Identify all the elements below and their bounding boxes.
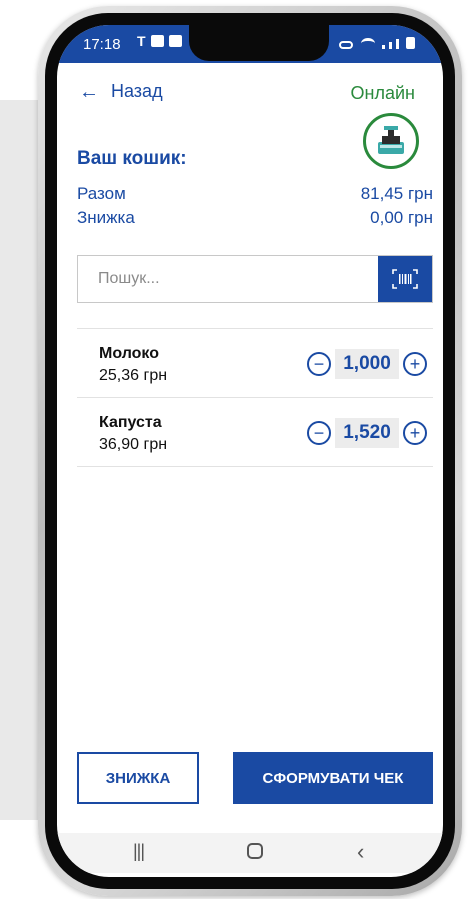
search-input[interactable] — [78, 256, 378, 302]
camera-notch — [189, 25, 329, 61]
item-price: 25,36 грн — [99, 367, 168, 384]
search-box — [77, 255, 433, 303]
system-nav-bar: ||| ‹ — [57, 833, 443, 873]
discount-label: Знижка — [77, 208, 135, 227]
arrow-left-icon: ← — [79, 80, 99, 103]
back-nav-icon[interactable]: ‹ — [357, 839, 364, 865]
online-status: Онлайн — [350, 83, 415, 103]
discount-button[interactable]: ЗНИЖКА — [77, 752, 199, 804]
signal-icon — [389, 42, 392, 49]
status-time: 17:18 — [83, 36, 121, 53]
app-screen: 17:18 T ← Назад Онлайн Ваш кошик: Разом … — [57, 25, 443, 877]
increase-button[interactable]: + — [403, 421, 427, 445]
barcode-icon — [392, 269, 418, 289]
cart-title: Ваш кошик: — [77, 148, 187, 169]
recents-icon[interactable]: ||| — [133, 841, 145, 862]
decrease-button[interactable]: − — [307, 421, 331, 445]
image-icon — [150, 35, 164, 47]
discount-row: Знижка 0,00 грн — [77, 208, 433, 230]
total-row: Разом 81,45 грн — [77, 184, 433, 206]
wifi-icon — [361, 38, 375, 49]
list-item[interactable]: Молоко 25,36 грн − 1,000 + — [77, 329, 433, 397]
signal-icon — [382, 45, 385, 49]
item-price: 36,90 грн — [99, 436, 168, 453]
barcode-scan-button[interactable] — [378, 256, 432, 302]
back-button[interactable]: ← Назад — [79, 81, 163, 102]
quantity-stepper: − 1,520 + — [307, 418, 427, 448]
quantity-stepper: − 1,000 + — [307, 349, 427, 379]
decrease-button[interactable]: − — [307, 352, 331, 376]
youtube-icon — [168, 35, 182, 47]
top-nav: ← Назад Онлайн — [57, 81, 443, 111]
total-label: Разом — [77, 184, 126, 203]
signal-icon — [396, 39, 399, 49]
status-right-icons — [339, 37, 415, 49]
total-value: 81,45 грн — [360, 184, 433, 203]
status-left-icons: T — [137, 33, 182, 49]
battery-icon — [406, 37, 415, 49]
key-icon — [339, 41, 353, 49]
cash-register-icon — [363, 113, 419, 169]
t-icon: T — [137, 33, 146, 49]
item-name: Молоко — [99, 345, 159, 362]
status-bar: 17:18 T — [57, 25, 443, 63]
divider — [77, 466, 433, 467]
item-name: Капуста — [99, 414, 162, 431]
home-icon[interactable] — [247, 843, 263, 859]
increase-button[interactable]: + — [403, 352, 427, 376]
quantity-value[interactable]: 1,520 — [335, 418, 399, 448]
create-check-button[interactable]: СФОРМУВАТИ ЧЕК — [233, 752, 433, 804]
list-item[interactable]: Капуста 36,90 грн − 1,520 + — [77, 398, 433, 466]
discount-value: 0,00 грн — [370, 208, 433, 227]
back-label: Назад — [111, 81, 163, 101]
quantity-value[interactable]: 1,000 — [335, 349, 399, 379]
